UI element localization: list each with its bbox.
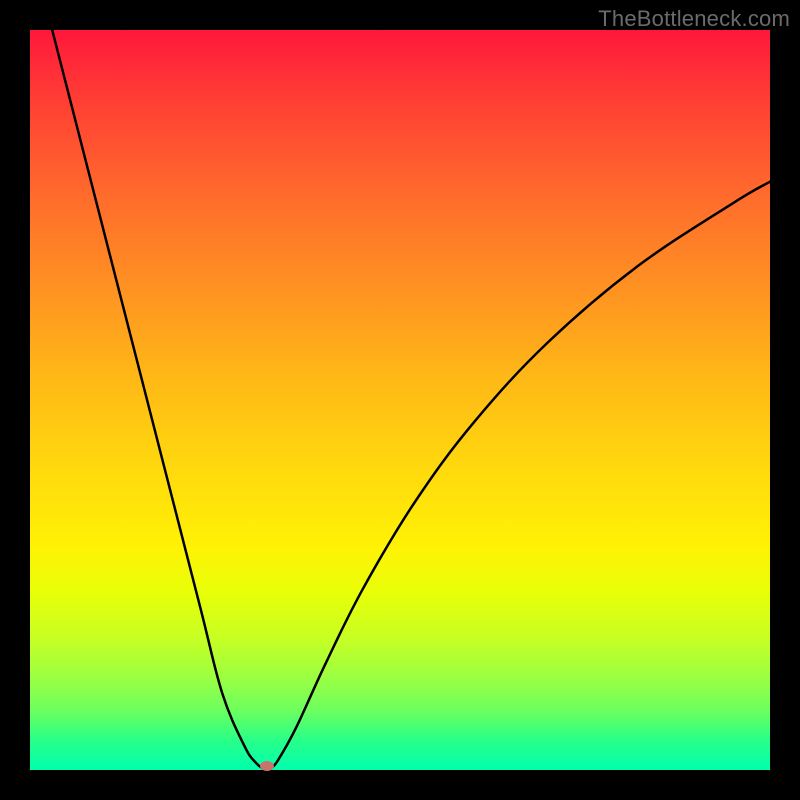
chart-frame: TheBottleneck.com <box>0 0 800 800</box>
optimal-marker <box>260 761 274 771</box>
plot-area <box>30 30 770 770</box>
curve-svg <box>30 30 770 770</box>
watermark-text: TheBottleneck.com <box>598 6 790 32</box>
bottleneck-curve <box>52 30 770 770</box>
